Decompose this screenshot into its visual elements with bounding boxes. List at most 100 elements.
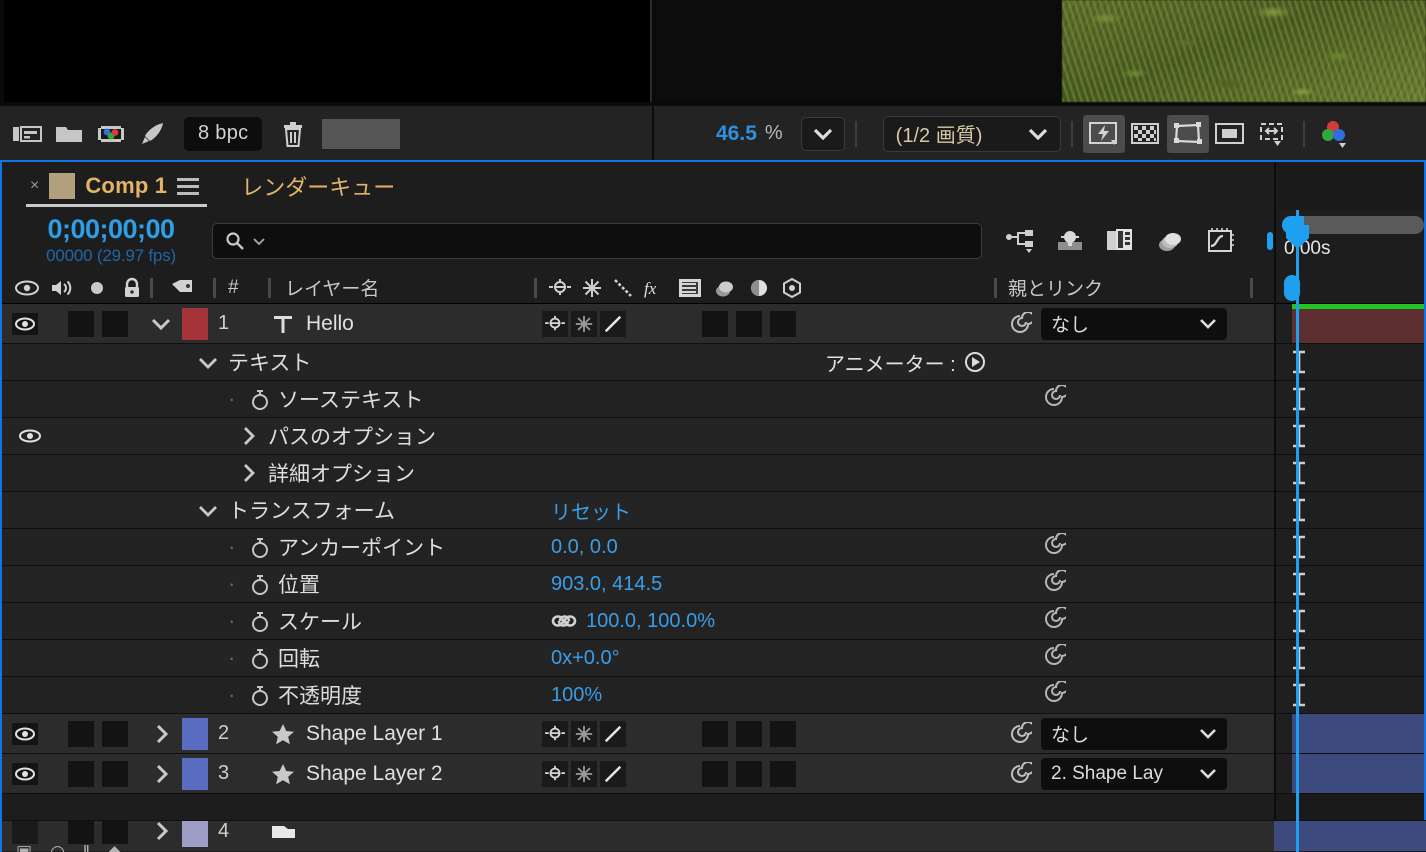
panel-menu-icon[interactable] [177,177,200,195]
trash-icon[interactable] [272,115,314,153]
keyframe-navigator-icon[interactable] [1288,609,1310,633]
column-layer-name-header[interactable]: レイヤー名 [271,274,379,301]
property-row-more-options[interactable]: 詳細オプション [2,455,1274,492]
layer-duration-bar[interactable] [1292,754,1424,793]
keyframe-navigator-icon[interactable] [1288,461,1310,485]
composition-viewer[interactable] [0,0,1426,105]
background-color-swatch[interactable] [322,118,401,149]
layer-solo-toggle[interactable] [102,304,128,343]
folder-icon[interactable] [48,115,90,153]
property-row-transform-group[interactable]: トランスフォーム リセット [2,492,1274,529]
rgb-channels-icon[interactable] [1315,115,1357,153]
keyframe-navigator-icon[interactable] [1288,572,1310,596]
text-animator-add[interactable]: アニメーター : [825,348,986,377]
layer-label-color[interactable] [182,754,212,793]
hide-shy-layers-icon[interactable] [1098,221,1142,261]
layer-name[interactable]: Hello [306,304,354,343]
collapse-transform-icon[interactable] [581,277,603,299]
stopwatch-icon[interactable] [242,572,278,596]
shy-icon[interactable] [548,278,572,298]
constrain-proportions-icon[interactable] [551,613,577,629]
transform-reset-link[interactable]: リセット [551,496,631,525]
zoom-level-dropdown[interactable] [800,116,845,151]
property-visibility-toggle[interactable] [12,428,48,444]
keyframe-navigator-icon[interactable] [1288,683,1310,707]
property-row-text-group[interactable]: テキスト アニメーター : [2,344,1274,381]
property-value[interactable]: 0.0, 0.0 [551,536,618,559]
layer-name[interactable]: Shape Layer 2 [306,754,443,793]
title-safe-icon[interactable] [1209,115,1251,153]
layer-solo-toggle[interactable] [102,714,128,753]
property-twirl-down-icon[interactable] [188,504,228,517]
taskbar-icon[interactable]: ◠ [50,842,65,852]
pick-whip-icon[interactable] [1042,383,1069,414]
quality-icon[interactable] [612,277,634,299]
property-row-scale[interactable]: · スケール 100.0, 100.0% [2,603,1274,640]
property-value[interactable]: 100% [551,684,602,707]
shy-switch[interactable] [542,720,568,747]
three-d-icon[interactable] [781,277,805,299]
property-row-source-text[interactable]: · ソーステキスト [2,381,1274,418]
stopwatch-icon[interactable] [242,609,278,633]
pick-whip-icon[interactable] [1042,642,1069,673]
fast-previews-icon[interactable] [1082,114,1125,153]
property-row-opacity[interactable]: · 不透明度 100% [2,677,1274,714]
pick-whip-icon[interactable] [1042,679,1069,710]
layer-label-color[interactable] [182,714,212,753]
property-row-path-options[interactable]: パスのオプション [2,418,1274,455]
collapse-transform-switch[interactable] [571,760,597,787]
property-row-anchor-point[interactable]: · アンカーポイント 0.0, 0.0 [2,529,1274,566]
stopwatch-icon[interactable] [242,387,278,411]
tab-render-queue-label[interactable]: レンダーキュー [241,170,395,202]
property-value[interactable]: 903.0, 414.5 [551,573,662,596]
tab-comp-1[interactable]: × Comp 1 [18,162,211,210]
keyframe-navigator-icon[interactable] [1288,646,1310,670]
frame-blend-icon[interactable] [678,277,704,299]
property-row-rotation[interactable]: · 回転 0x+0.0° [2,640,1274,677]
property-twirl-right-icon[interactable] [228,463,268,483]
pick-whip-icon[interactable] [1007,761,1033,787]
taskbar-icon[interactable]: ‖ [83,842,90,852]
keyframe-navigator-icon[interactable] [1288,535,1310,559]
taskbar-icon[interactable]: ◆ [108,842,121,852]
keyframe-navigator-icon[interactable] [1288,498,1310,522]
draft-3d-icon[interactable] [1048,221,1092,261]
current-timecode-value[interactable]: 0;00;00;00 [10,216,212,243]
adjustment-layer-icon[interactable] [748,277,772,299]
property-twirl-down-icon[interactable] [188,356,228,369]
quality-switch[interactable] [600,720,626,747]
property-value[interactable]: 100.0, 100.0% [586,610,715,633]
keyframe-navigator-icon[interactable] [1288,424,1310,448]
layer-visibility-toggle[interactable] [2,754,48,793]
stopwatch-icon[interactable] [242,683,278,707]
shy-switch[interactable] [542,760,568,787]
region-of-interest-icon[interactable] [1251,115,1293,153]
search-input[interactable] [212,223,982,259]
layer-twirl-toggle[interactable] [140,304,182,343]
table-row[interactable]: 2 Shape Layer 1 なし [2,714,1274,754]
zoom-level-value[interactable]: 46.5 [716,122,757,146]
quality-switch[interactable] [600,760,626,787]
layer-parent-dropdown[interactable]: 2. Shape Lay [1041,757,1227,790]
taskbar-icon[interactable]: ▣ [16,842,32,852]
pick-whip-icon[interactable] [1042,605,1069,636]
motion-blur-icon[interactable] [1198,221,1242,261]
column-parent-link-header[interactable]: 親とリンク [1008,274,1103,301]
close-icon[interactable]: × [30,177,39,195]
layer-twirl-toggle[interactable] [140,754,182,793]
toggle-transparency-grid-icon[interactable] [6,115,48,153]
layer-visibility-toggle[interactable] [2,304,48,343]
motion-blur-switch-icon[interactable] [713,277,739,299]
comp-viewer-canvas[interactable] [4,0,652,102]
transparency-grid-icon[interactable] [1125,115,1167,153]
property-twirl-right-icon[interactable] [228,426,268,446]
stopwatch-icon[interactable] [242,646,278,670]
layer-duration-bar[interactable] [1292,304,1424,343]
column-label-tag-icon[interactable] [153,278,213,298]
pick-whip-icon[interactable] [1042,531,1069,562]
pick-whip-icon[interactable] [1042,568,1069,599]
fx-icon[interactable]: fx [643,277,669,299]
property-value[interactable]: 0x+0.0° [551,647,620,670]
layer-audio-toggle[interactable] [68,304,94,343]
frame-blending-icon[interactable] [1148,221,1192,261]
